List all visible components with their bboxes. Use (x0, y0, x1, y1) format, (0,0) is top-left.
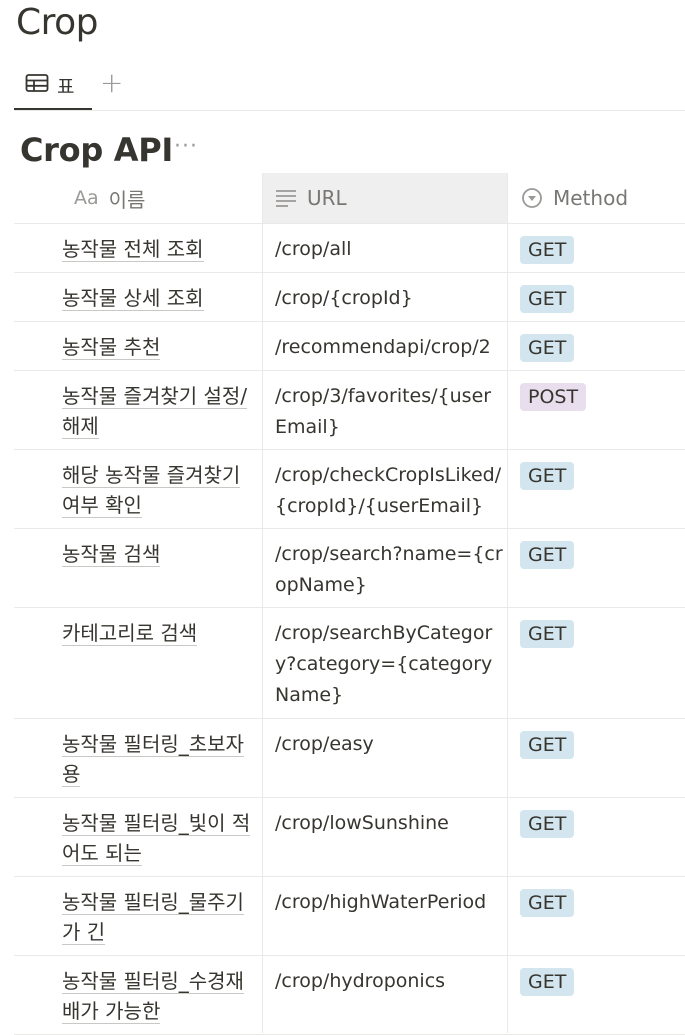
column-header-name[interactable]: Aa 이름 (14, 173, 263, 223)
row-name-link[interactable]: 해당 농작물 즐겨찾기 여부 확인 (62, 463, 241, 518)
lines-icon (275, 189, 297, 207)
table-icon (25, 73, 49, 97)
table-row[interactable]: 농작물 즐겨찾기 설정/해제/crop/3/favorites/{userEma… (14, 371, 685, 450)
row-url-cell[interactable]: /crop/3/favorites/{userEmail} (275, 381, 503, 443)
row-name-link[interactable]: 농작물 필터링_초보자용 (62, 732, 244, 787)
row-name-cell[interactable]: 카테고리로 검색 (62, 618, 258, 648)
method-tag: GET (520, 236, 575, 264)
table-row[interactable]: 농작물 필터링_빛이 적어도 되는/crop/lowSunshine GET (14, 798, 685, 877)
table-row[interactable]: 농작물 필터링_물주기가 긴/crop/highWaterPeriod GET (14, 877, 685, 956)
row-method-cell[interactable]: GET (520, 731, 575, 759)
row-url-cell[interactable]: /crop/searchByCategory?category={categor… (275, 618, 503, 711)
method-tag: GET (520, 968, 575, 996)
row-name-cell[interactable]: 농작물 필터링_초보자용 (62, 729, 258, 789)
column-header-method-label: Method (553, 186, 629, 210)
row-name-cell[interactable]: 농작물 전체 조회 (62, 234, 258, 264)
row-name-cell[interactable]: 농작물 필터링_물주기가 긴 (62, 887, 258, 947)
table-row[interactable]: 농작물 필터링_수경재배가 가능한/crop/hydroponics GET (14, 956, 685, 1035)
table-row[interactable]: 농작물 추천/recommendapi/crop/2 GET (14, 322, 685, 371)
view-tabs: 표 + (14, 62, 685, 112)
tab-table[interactable]: 표 (14, 62, 92, 110)
row-url-cell[interactable]: /crop/highWaterPeriod (275, 887, 503, 918)
row-name-link[interactable]: 농작물 추천 (62, 335, 161, 360)
row-name-cell[interactable]: 해당 농작물 즐겨찾기 여부 확인 (62, 460, 258, 520)
more-options-icon[interactable]: ··· (174, 134, 198, 159)
row-method-cell[interactable]: GET (520, 236, 575, 264)
row-url-cell[interactable]: /recommendapi/crop/2 (275, 332, 503, 363)
row-name-cell[interactable]: 농작물 검색 (62, 539, 258, 569)
method-tag: GET (520, 541, 575, 569)
method-tag: GET (520, 889, 575, 917)
tab-table-label: 표 (57, 75, 75, 98)
row-url-cell[interactable]: /crop/search?name={cropName} (275, 539, 503, 601)
column-header-method[interactable]: Method (508, 173, 685, 223)
table-row[interactable]: 농작물 전체 조회/crop/all GET (14, 224, 685, 273)
method-tag: GET (520, 462, 575, 490)
method-tag: GET (520, 285, 575, 313)
method-tag: POST (520, 383, 587, 411)
row-method-cell[interactable]: GET (520, 968, 575, 996)
table-row[interactable]: 농작물 상세 조회/crop/{cropId} GET (14, 273, 685, 322)
column-header-url-label: URL (307, 186, 347, 210)
row-name-cell[interactable]: 농작물 상세 조회 (62, 283, 258, 313)
method-tag: GET (520, 334, 575, 362)
row-name-link[interactable]: 농작물 필터링_수경재배가 가능한 (62, 969, 244, 1024)
add-view-button[interactable]: + (100, 68, 123, 98)
row-method-cell[interactable]: GET (520, 541, 575, 569)
row-url-cell[interactable]: /crop/hydroponics (275, 966, 503, 997)
row-url-cell[interactable]: /crop/{cropId} (275, 283, 503, 314)
row-method-cell[interactable]: GET (520, 462, 575, 490)
column-header-url[interactable]: URL (263, 173, 508, 223)
row-name-cell[interactable]: 농작물 필터링_수경재배가 가능한 (62, 966, 258, 1026)
method-tag: GET (520, 810, 575, 838)
row-url-cell[interactable]: /crop/checkCropIsLiked/{cropId}/{userEma… (275, 460, 503, 522)
row-method-cell[interactable]: GET (520, 334, 575, 362)
tabs-divider (14, 110, 685, 111)
row-name-cell[interactable]: 농작물 추천 (62, 332, 258, 362)
page-title: Crop (16, 2, 99, 43)
row-name-link[interactable]: 농작물 검색 (62, 542, 161, 567)
row-url-cell[interactable]: /crop/lowSunshine (275, 808, 503, 839)
row-method-cell[interactable]: POST (520, 383, 587, 411)
database-table: Aa 이름 URL Method 농작물 전체 조회/crop/all GET 농작… (14, 173, 685, 1035)
table-row[interactable]: 농작물 필터링_초보자용/crop/easy GET (14, 719, 685, 798)
table-row[interactable]: 농작물 검색/crop/search?name={cropName} GET (14, 529, 685, 608)
row-method-cell[interactable]: GET (520, 620, 575, 648)
row-name-link[interactable]: 농작물 상세 조회 (62, 286, 204, 311)
row-name-cell[interactable]: 농작물 필터링_빛이 적어도 되는 (62, 808, 258, 868)
row-name-link[interactable]: 카테고리로 검색 (62, 621, 198, 646)
table-row[interactable]: 해당 농작물 즐겨찾기 여부 확인/crop/checkCropIsLiked/… (14, 450, 685, 529)
row-method-cell[interactable]: GET (520, 810, 575, 838)
row-name-link[interactable]: 농작물 전체 조회 (62, 237, 204, 262)
row-name-link[interactable]: 농작물 필터링_물주기가 긴 (62, 890, 244, 945)
row-method-cell[interactable]: GET (520, 889, 575, 917)
method-tag: GET (520, 731, 575, 759)
row-url-cell[interactable]: /crop/easy (275, 729, 503, 760)
method-tag: GET (520, 620, 575, 648)
row-name-link[interactable]: 농작물 필터링_빛이 적어도 되는 (62, 811, 251, 866)
row-name-link[interactable]: 농작물 즐겨찾기 설정/해제 (62, 384, 248, 439)
row-name-cell[interactable]: 농작물 즐겨찾기 설정/해제 (62, 381, 258, 441)
select-icon (521, 187, 543, 209)
row-method-cell[interactable]: GET (520, 285, 575, 313)
table-row[interactable]: 카테고리로 검색/crop/searchByCategory?category=… (14, 608, 685, 719)
row-url-cell[interactable]: /crop/all (275, 234, 503, 265)
database-title[interactable]: Crop API (20, 130, 173, 170)
text-type-icon: Aa (74, 187, 99, 209)
column-header-name-label: 이름 (108, 187, 146, 212)
